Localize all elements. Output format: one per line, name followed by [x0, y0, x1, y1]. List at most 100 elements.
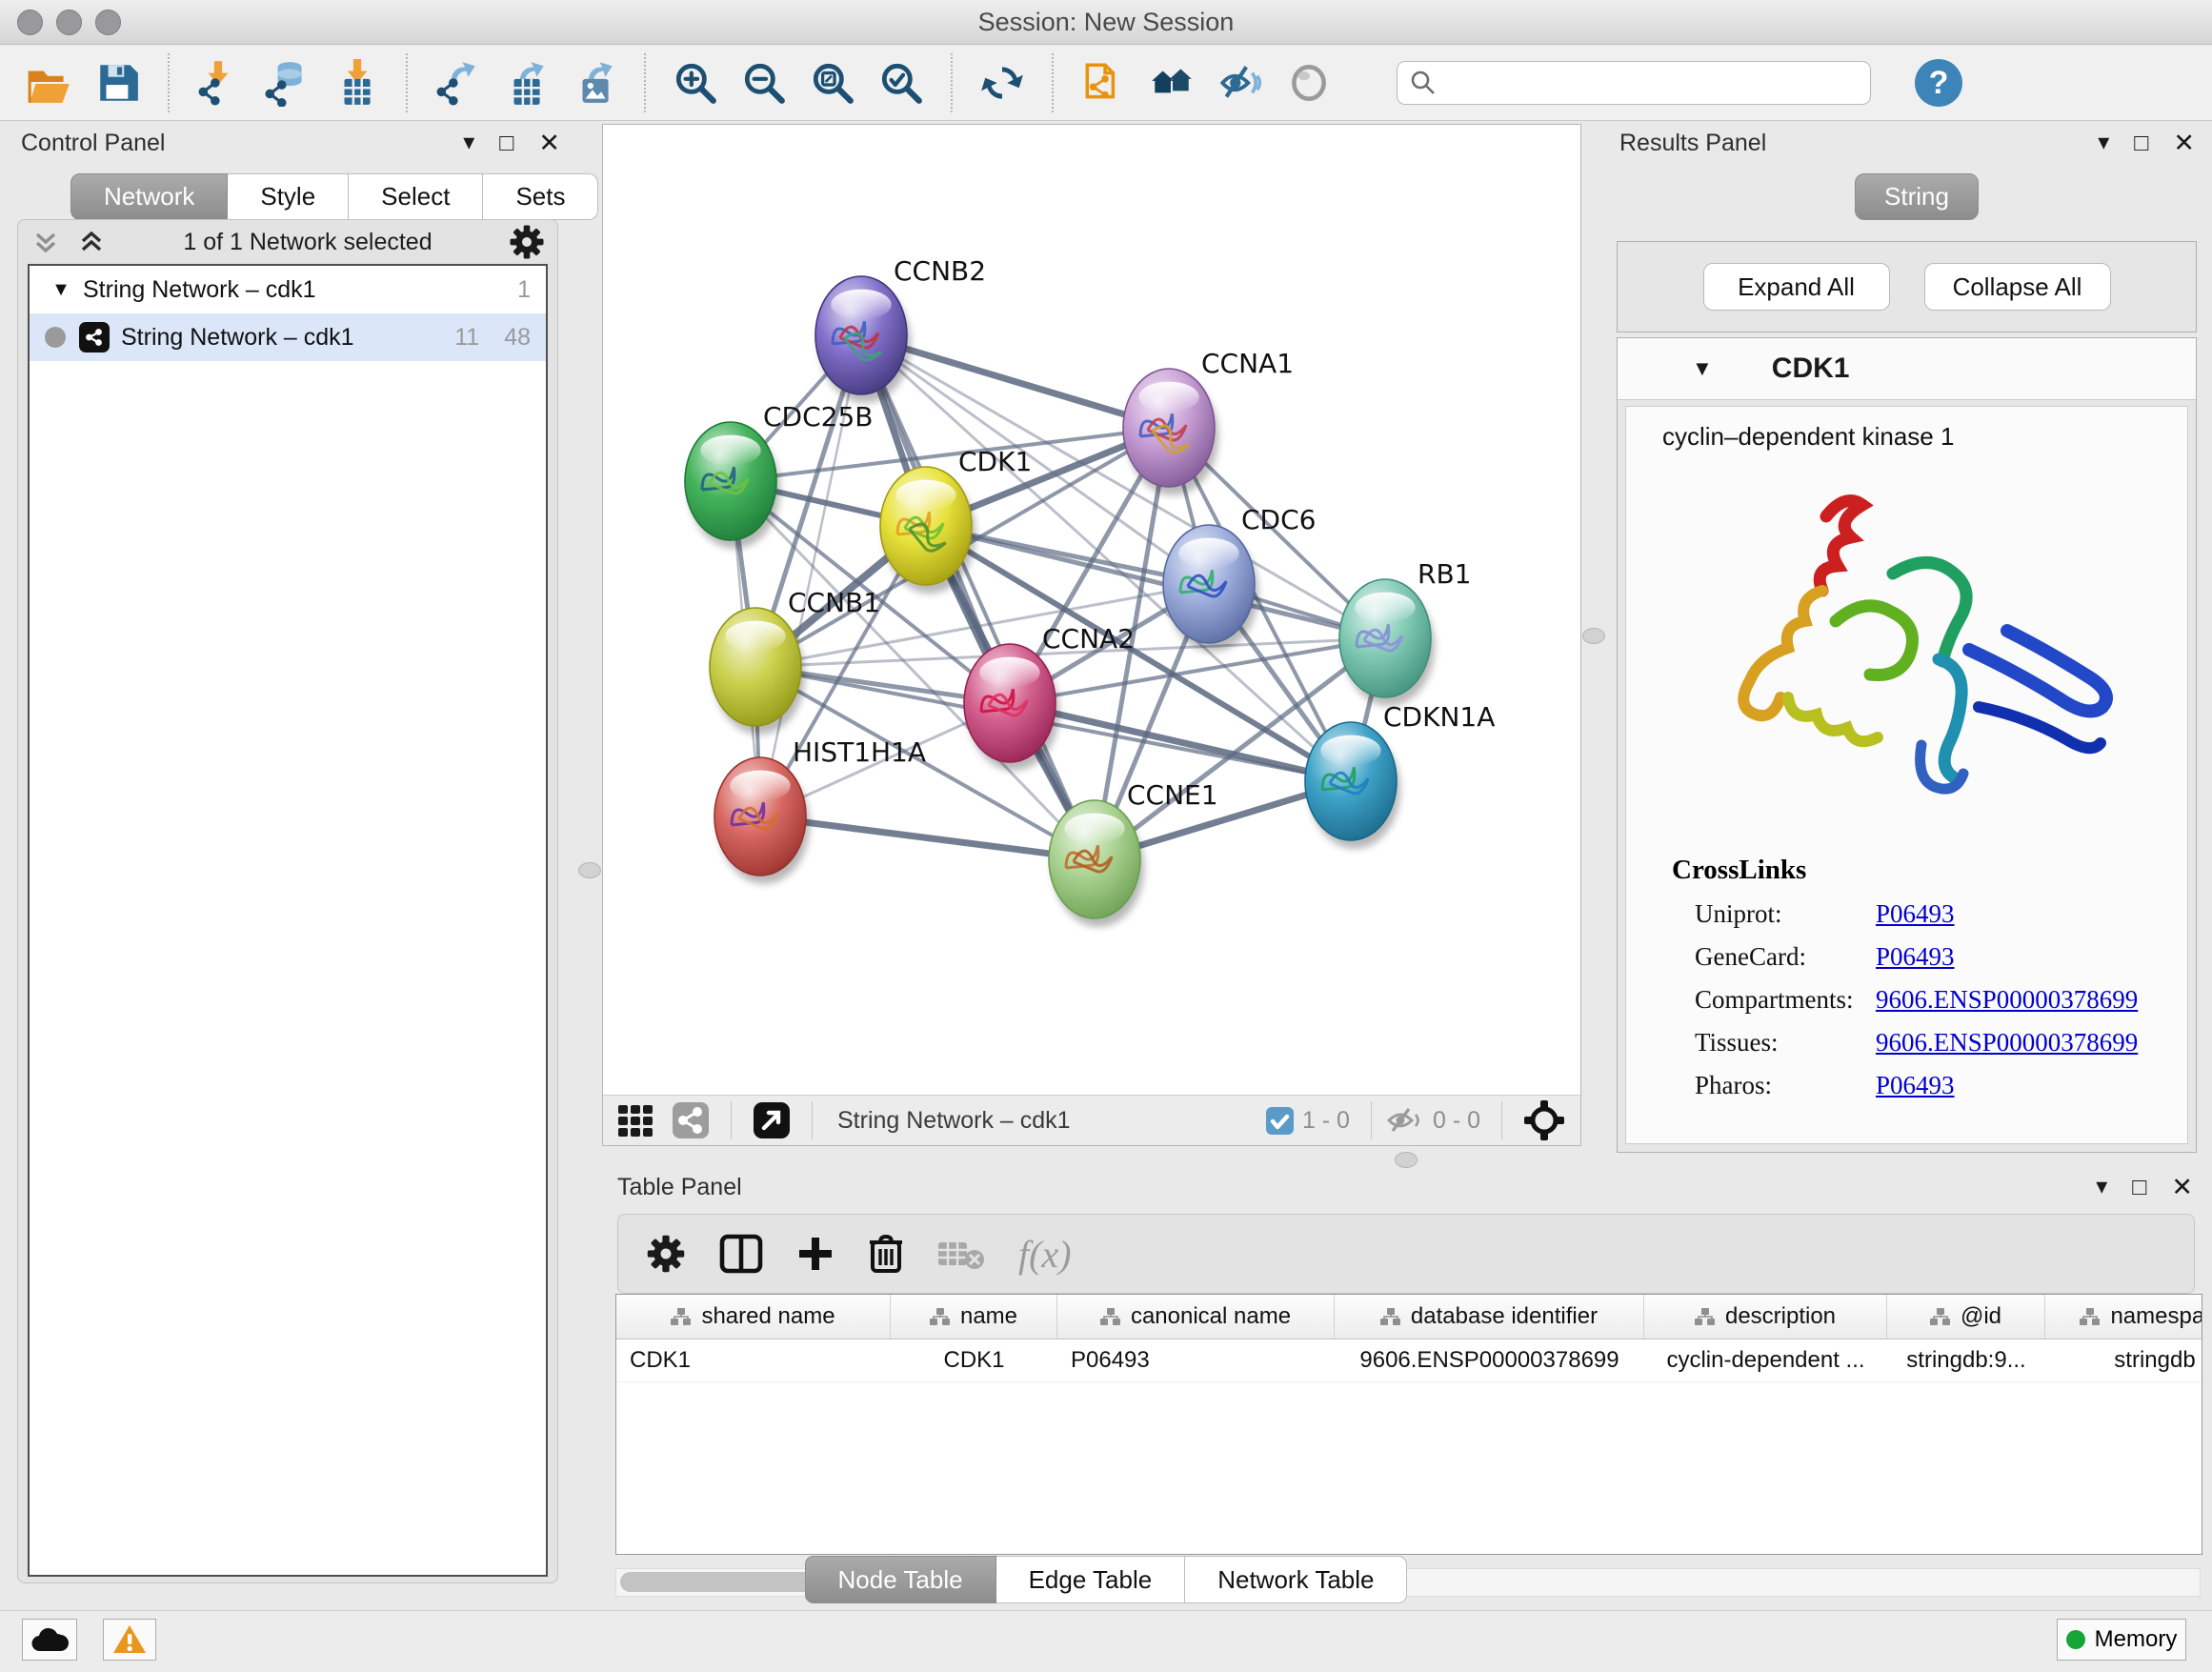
detach-view-icon[interactable] — [753, 1101, 791, 1139]
column-header-@id[interactable]: @id — [1887, 1295, 2045, 1339]
zoom-fit-icon — [809, 59, 856, 107]
export-table-button[interactable] — [492, 55, 560, 111]
network-list: ▼ String Network – cdk1 1 String Network… — [28, 264, 548, 1577]
table-row[interactable]: CDK1CDK1P064939606.ENSP00000378699cyclin… — [616, 1340, 2202, 1382]
zoom-in-button[interactable] — [661, 55, 730, 111]
tab-network-table[interactable]: Network Table — [1185, 1556, 1407, 1603]
collapse-all-chevron-icon[interactable] — [30, 226, 62, 258]
save-session-button[interactable] — [84, 55, 152, 111]
table-options-gear-icon[interactable] — [645, 1233, 687, 1275]
zoom-selected-button[interactable] — [867, 55, 935, 111]
panel-close-icon[interactable]: ✕ — [2171, 1175, 2193, 1200]
collection-expander-icon[interactable]: ▼ — [47, 279, 75, 301]
network-graph[interactable]: CCNB2 CCNA1 CDC25B CDK1 CDC6 — [603, 125, 1580, 1095]
network-node-CDKN1A[interactable]: CDKN1A — [1305, 701, 1495, 849]
crosslink-link[interactable]: P06493 — [1876, 942, 1955, 972]
export-network-button[interactable] — [423, 55, 492, 111]
show-columns-icon[interactable] — [719, 1234, 763, 1274]
string-document-button[interactable] — [1069, 55, 1137, 111]
search-input[interactable] — [1447, 69, 1859, 97]
node-label-CDC6: CDC6 — [1241, 504, 1316, 535]
selected-checkbox-icon[interactable] — [1265, 1106, 1295, 1136]
delete-column-trash-icon[interactable] — [868, 1233, 904, 1275]
tab-sets[interactable]: Sets — [483, 173, 598, 220]
tab-network[interactable]: Network — [70, 173, 228, 220]
main-toolbar: ? — [0, 45, 2212, 121]
network-node-CDC6[interactable]: CDC6 — [1163, 504, 1316, 652]
panel-close-icon[interactable]: ✕ — [538, 131, 560, 156]
table-cell: CDK1 — [616, 1340, 891, 1381]
network-options-gear-icon[interactable] — [508, 223, 546, 261]
horizontal-splitter-handle-icon[interactable] — [1395, 1152, 1418, 1168]
column-header-shared-name[interactable]: shared name — [616, 1295, 891, 1339]
show-all-eye-button[interactable] — [1275, 55, 1343, 111]
import-network-database-button[interactable] — [253, 55, 322, 111]
tab-string[interactable]: String — [1855, 173, 1979, 220]
gene-expander-icon[interactable]: ▼ — [1692, 356, 1713, 381]
tab-edge-table[interactable]: Edge Table — [996, 1556, 1186, 1603]
node-label-CCNB1: CCNB1 — [788, 587, 880, 618]
cloud-status-button[interactable] — [22, 1619, 77, 1661]
panel-menu-icon[interactable]: ▾ — [2098, 131, 2109, 154]
tab-style[interactable]: Style — [228, 173, 349, 220]
column-header-name[interactable]: name — [891, 1295, 1057, 1339]
crosslink-link[interactable]: 9606.ENSP00000378699 — [1876, 1028, 2138, 1058]
tab-node-table[interactable]: Node Table — [805, 1556, 996, 1603]
collapse-all-button[interactable]: Collapse All — [1924, 263, 2111, 311]
memory-status-dot-icon — [2066, 1630, 2085, 1649]
expand-all-chevron-icon[interactable] — [75, 226, 108, 258]
column-header-namespace[interactable]: namespace — [2045, 1295, 2202, 1339]
panel-float-icon[interactable]: □ — [499, 131, 513, 155]
panel-float-icon[interactable]: □ — [2134, 131, 2148, 155]
zoom-out-button[interactable] — [730, 55, 798, 111]
network-view-title: String Network – cdk1 — [837, 1107, 1071, 1135]
hide-selected-eye-button[interactable] — [1206, 55, 1275, 111]
column-label: description — [1725, 1303, 1836, 1330]
tab-select[interactable]: Select — [349, 173, 483, 220]
apply-layout-button[interactable] — [968, 55, 1036, 111]
column-header-canonical-name[interactable]: canonical name — [1057, 1295, 1335, 1339]
add-column-icon[interactable] — [795, 1234, 835, 1274]
crosslink-link[interactable]: P06493 — [1876, 1071, 1955, 1100]
home-neighborhood-button[interactable] — [1137, 55, 1206, 111]
panel-menu-icon[interactable]: ▾ — [2096, 1176, 2107, 1199]
panel-close-icon[interactable]: ✕ — [2173, 131, 2195, 156]
selected-nodes-edges-count: 1 - 0 — [1302, 1107, 1350, 1135]
table-panel: Table Panel ▾ □ ✕ — [602, 1168, 2202, 1610]
show-all-eye-icon — [1285, 59, 1333, 107]
panel-menu-icon[interactable]: ▾ — [463, 131, 474, 154]
show-grid-icon[interactable] — [614, 1099, 656, 1141]
right-splitter-handle-icon[interactable] — [1582, 628, 1605, 644]
open-session-button[interactable] — [15, 55, 84, 111]
crosslink-link[interactable]: 9606.ENSP00000378699 — [1876, 985, 2138, 1015]
cloud-icon — [30, 1626, 69, 1653]
network-share-view-icon[interactable] — [672, 1101, 710, 1139]
import-network-file-button[interactable] — [185, 55, 253, 111]
left-splitter-handle-icon[interactable] — [578, 862, 601, 878]
memory-button[interactable]: Memory — [2057, 1619, 2186, 1661]
column-header-database-identifier[interactable]: database identifier — [1335, 1295, 1644, 1339]
network-node-CCNE1[interactable]: CCNE1 — [1049, 779, 1218, 927]
network-node-CCNB1[interactable]: CCNB1 — [710, 587, 880, 735]
gene-header[interactable]: ▼ CDK1 — [1618, 338, 2196, 400]
expand-all-button[interactable]: Expand All — [1703, 263, 1890, 311]
network-node-HIST1H1A[interactable]: HIST1H1A — [714, 736, 926, 884]
search-box[interactable] — [1397, 61, 1871, 105]
network-node-CCNA1[interactable]: CCNA1 — [1123, 348, 1294, 495]
network-node-RB1[interactable]: RB1 — [1339, 558, 1471, 706]
network-collection-row[interactable]: ▼ String Network – cdk1 1 — [30, 266, 546, 313]
network-node-CCNB2[interactable]: CCNB2 — [815, 255, 986, 403]
export-image-button[interactable] — [560, 55, 629, 111]
import-network-file-icon — [195, 59, 243, 107]
crosslink-link[interactable]: P06493 — [1876, 899, 1955, 929]
node-label-CDK1: CDK1 — [958, 446, 1032, 477]
panel-float-icon[interactable]: □ — [2132, 1176, 2146, 1199]
import-table-button[interactable] — [322, 55, 391, 111]
column-header-description[interactable]: description — [1644, 1295, 1887, 1339]
help-button[interactable]: ? — [1913, 57, 1964, 109]
toolbar-group — [646, 53, 953, 112]
birdseye-navigator-icon[interactable] — [1523, 1099, 1565, 1141]
network-row-selected[interactable]: String Network – cdk1 11 48 — [30, 313, 546, 361]
zoom-fit-button[interactable] — [798, 55, 867, 111]
warnings-button[interactable] — [103, 1619, 156, 1661]
